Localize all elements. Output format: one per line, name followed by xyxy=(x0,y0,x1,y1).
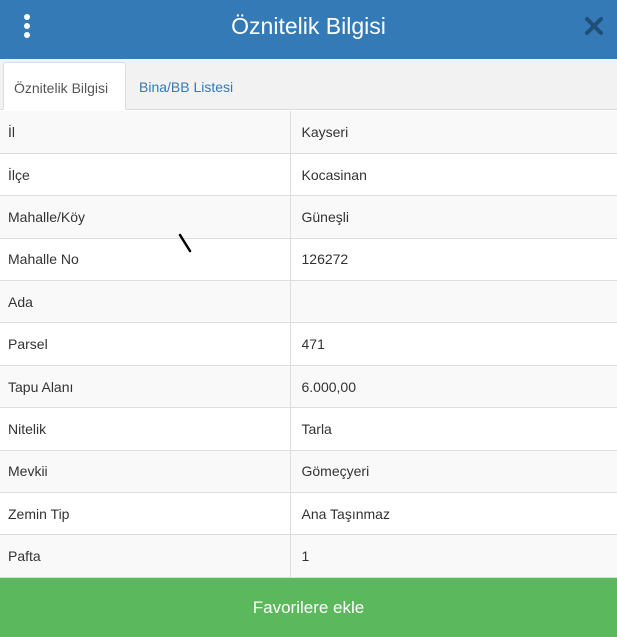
attribute-key: Mevkii xyxy=(0,450,291,494)
table-row: Zemin Tip Ana Taşınmaz xyxy=(0,492,617,536)
attribute-value: 1 xyxy=(290,534,617,578)
attribute-value xyxy=(290,280,617,324)
attribute-key: Parsel xyxy=(0,322,291,366)
attribute-value: Güneşli xyxy=(290,195,617,239)
attribute-key: Mahalle/Köy xyxy=(0,195,291,239)
attribute-key: Nitelik xyxy=(0,407,291,451)
tab-bar: Öznitelik Bilgisi Bina/BB Listesi xyxy=(0,59,617,110)
table-row: Mahalle No 126272 xyxy=(0,238,617,282)
table-row: Mahalle/Köy Güneşli xyxy=(0,195,617,239)
attribute-key: Tapu Alanı xyxy=(0,365,291,409)
add-to-favorites-button[interactable]: Favorilere ekle xyxy=(0,578,617,637)
table-row: Nitelik Tarla xyxy=(0,407,617,451)
tab-building-list[interactable]: Bina/BB Listesi xyxy=(129,62,243,110)
dialog-title: Öznitelik Bilgisi xyxy=(231,13,386,39)
attribute-value: Gömeçyeri xyxy=(290,450,617,494)
attribute-value: 471 xyxy=(290,322,617,366)
attribute-key: Ada xyxy=(0,280,291,324)
table-row: İl Kayseri xyxy=(0,111,617,154)
attribute-value: Kocasinan xyxy=(290,153,617,197)
attribute-key: Pafta xyxy=(0,534,291,578)
table-row: Parsel 471 xyxy=(0,322,617,366)
attribute-value: Tarla xyxy=(290,407,617,451)
attribute-value: 126272 xyxy=(290,238,617,282)
close-icon[interactable] xyxy=(583,15,605,37)
table-row: Tapu Alanı 6.000,00 xyxy=(0,365,617,409)
attribute-key: İl xyxy=(0,111,291,154)
attribute-key: İlçe xyxy=(0,153,291,197)
tab-attribute-info[interactable]: Öznitelik Bilgisi xyxy=(3,62,126,110)
attribute-key: Zemin Tip xyxy=(0,492,291,536)
table-row: Mevkii Gömeçyeri xyxy=(0,450,617,494)
dialog-header: Öznitelik Bilgisi xyxy=(0,0,617,59)
attribute-key: Mahalle No xyxy=(0,238,291,282)
text-cursor-icon xyxy=(178,233,192,253)
table-row: Pafta 1 xyxy=(0,534,617,578)
table-row: Ada xyxy=(0,280,617,324)
attribute-value: Ana Taşınmaz xyxy=(290,492,617,536)
attribute-value: 6.000,00 xyxy=(290,365,617,409)
attribute-table: İl Kayseri İlçe Kocasinan Mahalle/Köy Gü… xyxy=(0,111,617,578)
table-row: İlçe Kocasinan xyxy=(0,153,617,197)
attribute-value: Kayseri xyxy=(290,111,617,154)
